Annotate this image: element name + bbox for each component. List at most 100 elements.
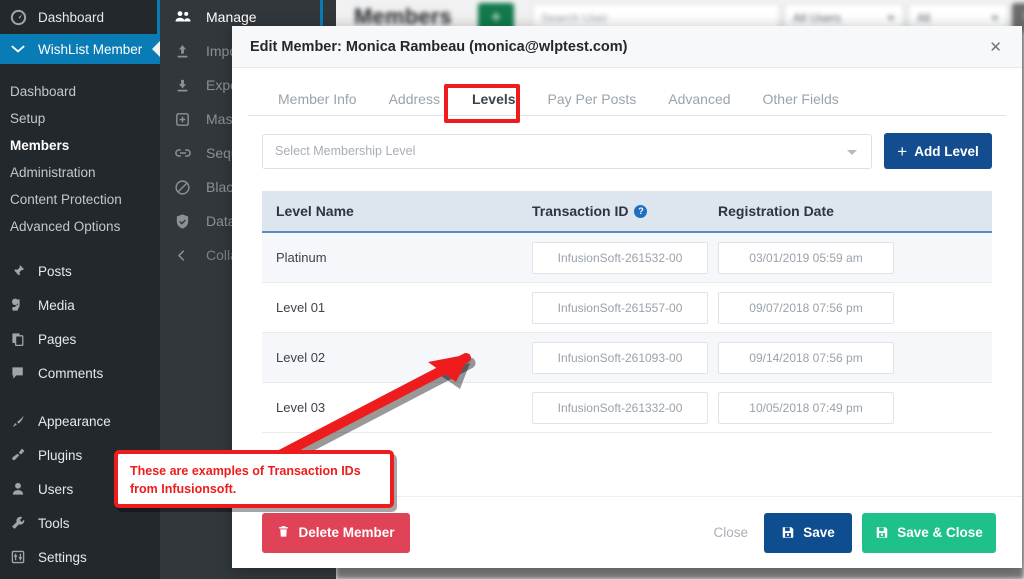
media-icon bbox=[10, 297, 32, 313]
sidebar-item-label: Dashboard bbox=[38, 9, 105, 25]
sidebar-item-posts[interactable]: Posts bbox=[0, 254, 160, 288]
sidebar-subitem-setup[interactable]: Setup bbox=[0, 105, 160, 132]
sidebar-item-media[interactable]: Media bbox=[0, 288, 160, 322]
transaction-id-input[interactable]: InfusionSoft-261557-00 bbox=[532, 291, 708, 324]
save-and-close-button[interactable]: Save & Close bbox=[862, 512, 996, 553]
appearance-brush-icon bbox=[10, 413, 32, 429]
sidebar-item-label: Comments bbox=[38, 365, 104, 381]
comments-icon bbox=[10, 365, 32, 381]
registration-date-input[interactable]: 10/05/2018 07:49 pm bbox=[718, 391, 894, 424]
save-and-close-label: Save & Close bbox=[897, 525, 983, 540]
members-group-icon bbox=[174, 8, 198, 26]
background-filter-all-value: All bbox=[917, 11, 931, 25]
sidebar-subitem-label: Administration bbox=[10, 165, 96, 180]
column-header-transaction-id-label: Transaction ID bbox=[532, 203, 629, 219]
sidebar-subitem-label: Setup bbox=[10, 111, 46, 126]
sidebar-item-wishlist-member[interactable]: WishList Member bbox=[0, 34, 160, 64]
cell-transaction-id: InfusionSoft-261093-00 bbox=[532, 341, 718, 374]
transaction-id-input[interactable]: InfusionSoft-261332-00 bbox=[532, 391, 708, 424]
sidebar-subitem-dashboard[interactable]: Dashboard bbox=[0, 78, 160, 105]
modal-title: Edit Member: Monica Rambeau (monica@wlpt… bbox=[250, 38, 628, 55]
sidebar-item-label: Media bbox=[38, 297, 75, 313]
tab-advanced[interactable]: Advanced bbox=[652, 83, 746, 115]
sidebar-subitem-label: Dashboard bbox=[10, 84, 77, 99]
sidebar-item-comments[interactable]: Comments bbox=[0, 356, 160, 390]
screen-root: Members + Search User All Users All ⚲ te… bbox=[0, 0, 1024, 579]
shield-check-icon bbox=[174, 213, 198, 230]
tab-levels[interactable]: Levels bbox=[456, 83, 532, 115]
cell-level-name: Platinum bbox=[276, 250, 327, 265]
sidebar-subitem-administration[interactable]: Administration bbox=[0, 159, 160, 186]
save-label: Save bbox=[803, 525, 835, 540]
sidebar-item-label: Pages bbox=[38, 331, 77, 347]
sidebar-item-label: Tools bbox=[38, 515, 70, 531]
column-header-level-name: Level Name bbox=[276, 203, 354, 219]
download-icon bbox=[174, 77, 198, 94]
save-button[interactable]: Save bbox=[764, 512, 852, 553]
registration-date-input[interactable]: 03/01/2019 05:59 am bbox=[718, 241, 894, 274]
cell-registration-date: 10/05/2018 07:49 pm bbox=[718, 391, 978, 424]
modal-header: Edit Member: Monica Rambeau (monica@wlpt… bbox=[232, 26, 1022, 68]
cell-transaction-id: InfusionSoft-261332-00 bbox=[532, 391, 718, 424]
users-icon bbox=[10, 481, 32, 497]
background-filter-users-value: All Users bbox=[793, 11, 842, 25]
sidebar-item-label: Appearance bbox=[38, 413, 111, 429]
sidebar-subitem-content-protection[interactable]: Content Protection bbox=[0, 186, 160, 213]
add-level-row: Select Membership Level + Add Level bbox=[248, 133, 1006, 169]
transaction-id-input[interactable]: InfusionSoft-261093-00 bbox=[532, 341, 708, 374]
tab-pay-per-posts[interactable]: Pay Per Posts bbox=[532, 83, 653, 115]
tab-address[interactable]: Address bbox=[373, 83, 456, 115]
cell-level-name: Level 01 bbox=[276, 300, 326, 315]
link-icon bbox=[174, 144, 198, 162]
settings-sliders-icon bbox=[10, 549, 32, 565]
trash-icon bbox=[277, 524, 290, 542]
close-button[interactable]: Close bbox=[697, 525, 764, 540]
membership-level-select[interactable]: Select Membership Level bbox=[262, 133, 872, 169]
tab-member-info[interactable]: Member Info bbox=[262, 83, 373, 115]
sidebar-subitem-label: Members bbox=[10, 138, 70, 153]
plus-icon: + bbox=[897, 141, 908, 161]
floppy-disk-icon bbox=[875, 525, 889, 540]
chevron-down-icon bbox=[991, 16, 999, 21]
sidebar-item-label: Users bbox=[38, 481, 74, 497]
transaction-id-input[interactable]: InfusionSoft-261532-00 bbox=[532, 241, 708, 274]
sidebar-item-pages[interactable]: Pages bbox=[0, 322, 160, 356]
chevron-left-icon bbox=[174, 248, 198, 263]
sidebar-item-appearance[interactable]: Appearance bbox=[0, 404, 160, 438]
delete-member-label: Delete Member bbox=[298, 525, 395, 540]
close-icon[interactable]: ✕ bbox=[983, 36, 1008, 58]
chevron-down-icon bbox=[847, 149, 857, 155]
plugins-plug-icon bbox=[10, 447, 32, 463]
cell-transaction-id: InfusionSoft-261532-00 bbox=[532, 241, 718, 274]
cell-transaction-id: InfusionSoft-261557-00 bbox=[532, 291, 718, 324]
cell-level-name: Level 02 bbox=[276, 350, 326, 365]
upload-icon bbox=[174, 43, 198, 60]
registration-date-input[interactable]: 09/14/2018 07:56 pm bbox=[718, 341, 894, 374]
sidebar-item-dashboard[interactable]: Dashboard bbox=[0, 0, 160, 34]
mass-add-icon bbox=[174, 111, 198, 128]
pin-icon bbox=[10, 263, 32, 279]
chevron-down-icon bbox=[887, 16, 895, 21]
delete-member-button[interactable]: Delete Member bbox=[262, 512, 410, 553]
sidebar-subitem-members[interactable]: Members bbox=[0, 132, 160, 159]
sidebar-subitem-label: Content Protection bbox=[10, 192, 122, 207]
cell-registration-date: 03/01/2019 05:59 am bbox=[718, 241, 978, 274]
sidebar-item-label: Plugins bbox=[38, 447, 83, 463]
wlm-item-label: Manage bbox=[206, 9, 257, 25]
help-icon[interactable]: ? bbox=[634, 204, 648, 218]
cell-level-name: Level 03 bbox=[276, 400, 326, 415]
annotation-line-1: These are examples of Transaction IDs bbox=[130, 464, 361, 478]
levels-table: Level Name Transaction ID ? Registration… bbox=[248, 191, 1006, 433]
column-header-registration-date: Registration Date bbox=[718, 203, 834, 219]
registration-date-input[interactable]: 09/07/2018 07:56 pm bbox=[718, 291, 894, 324]
sidebar-item-settings[interactable]: Settings bbox=[0, 540, 160, 574]
modal-body: Member Info Address Levels Pay Per Posts… bbox=[232, 68, 1022, 496]
add-level-button[interactable]: + Add Level bbox=[884, 133, 992, 169]
sidebar-item-label: Settings bbox=[38, 549, 87, 565]
tab-other-fields[interactable]: Other Fields bbox=[747, 83, 855, 115]
sidebar-item-tools[interactable]: Tools bbox=[0, 506, 160, 540]
sidebar-subitem-advanced-options[interactable]: Advanced Options bbox=[0, 213, 160, 240]
